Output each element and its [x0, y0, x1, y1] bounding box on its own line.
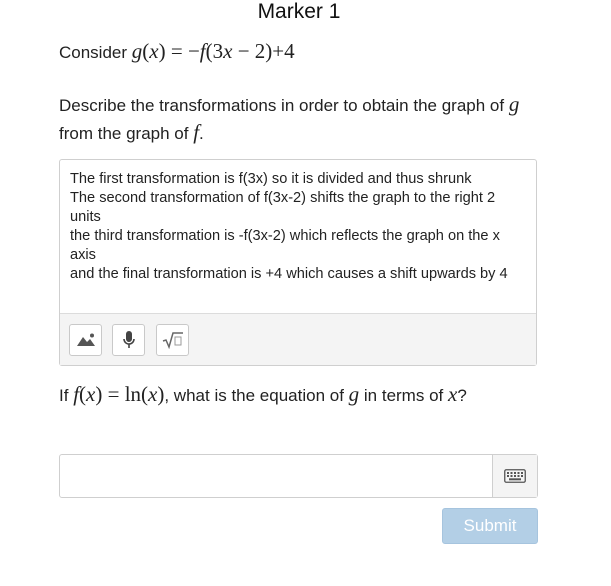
submit-button[interactable]: Submit	[442, 508, 538, 544]
answer-line: and the final transformation is +4 which…	[70, 266, 508, 283]
math-input-button[interactable]	[156, 324, 189, 356]
answer-textarea[interactable]: The first transformation is f(3x) so it …	[59, 159, 537, 366]
question-function-definition: Consider g(x) = −f(3x − 2)+4	[59, 38, 295, 66]
question-text: in terms of	[363, 386, 444, 405]
question-equation-of-g: If f(x) = ln(x), what is the equation of…	[59, 380, 539, 410]
function-expression: g(x) = −f(3x − 2)+4	[131, 39, 295, 63]
answer-line: The first transformation is f(3x) so it …	[70, 171, 472, 187]
image-icon	[76, 333, 95, 346]
question-text: ?	[457, 386, 467, 405]
math-keyboard-button[interactable]	[492, 455, 537, 497]
question-describe-transformations: Describe the transformations in order to…	[59, 91, 529, 147]
voice-input-button[interactable]	[112, 324, 145, 356]
answer-text-content[interactable]: The first transformation is f(3x) so it …	[70, 170, 528, 285]
question-text: from the graph of	[59, 124, 189, 143]
question-text: If	[59, 386, 69, 405]
answer-line: The second transformation of f(3x-2) shi…	[70, 190, 496, 226]
question-text: , what is the equation of	[164, 386, 344, 405]
answer-line: the third transformation is -f(3x-2) whi…	[70, 228, 500, 264]
answer-toolbar	[60, 313, 536, 365]
equation-input[interactable]	[60, 455, 493, 497]
keyboard-icon	[504, 469, 526, 483]
image-upload-button[interactable]	[69, 324, 102, 356]
math-g: g	[508, 92, 520, 116]
math-g: g	[348, 382, 360, 406]
question-text: Describe the transformations in order to…	[59, 96, 505, 115]
equation-input-row	[59, 454, 538, 498]
microphone-icon	[122, 331, 135, 348]
square-root-icon	[162, 332, 183, 349]
given-function: f(x) = ln(x)	[73, 382, 165, 406]
question-text: .	[199, 124, 204, 143]
page-title: Marker 1	[257, 0, 341, 23]
math-x: x	[447, 382, 458, 406]
question-intro: Consider	[59, 43, 128, 62]
